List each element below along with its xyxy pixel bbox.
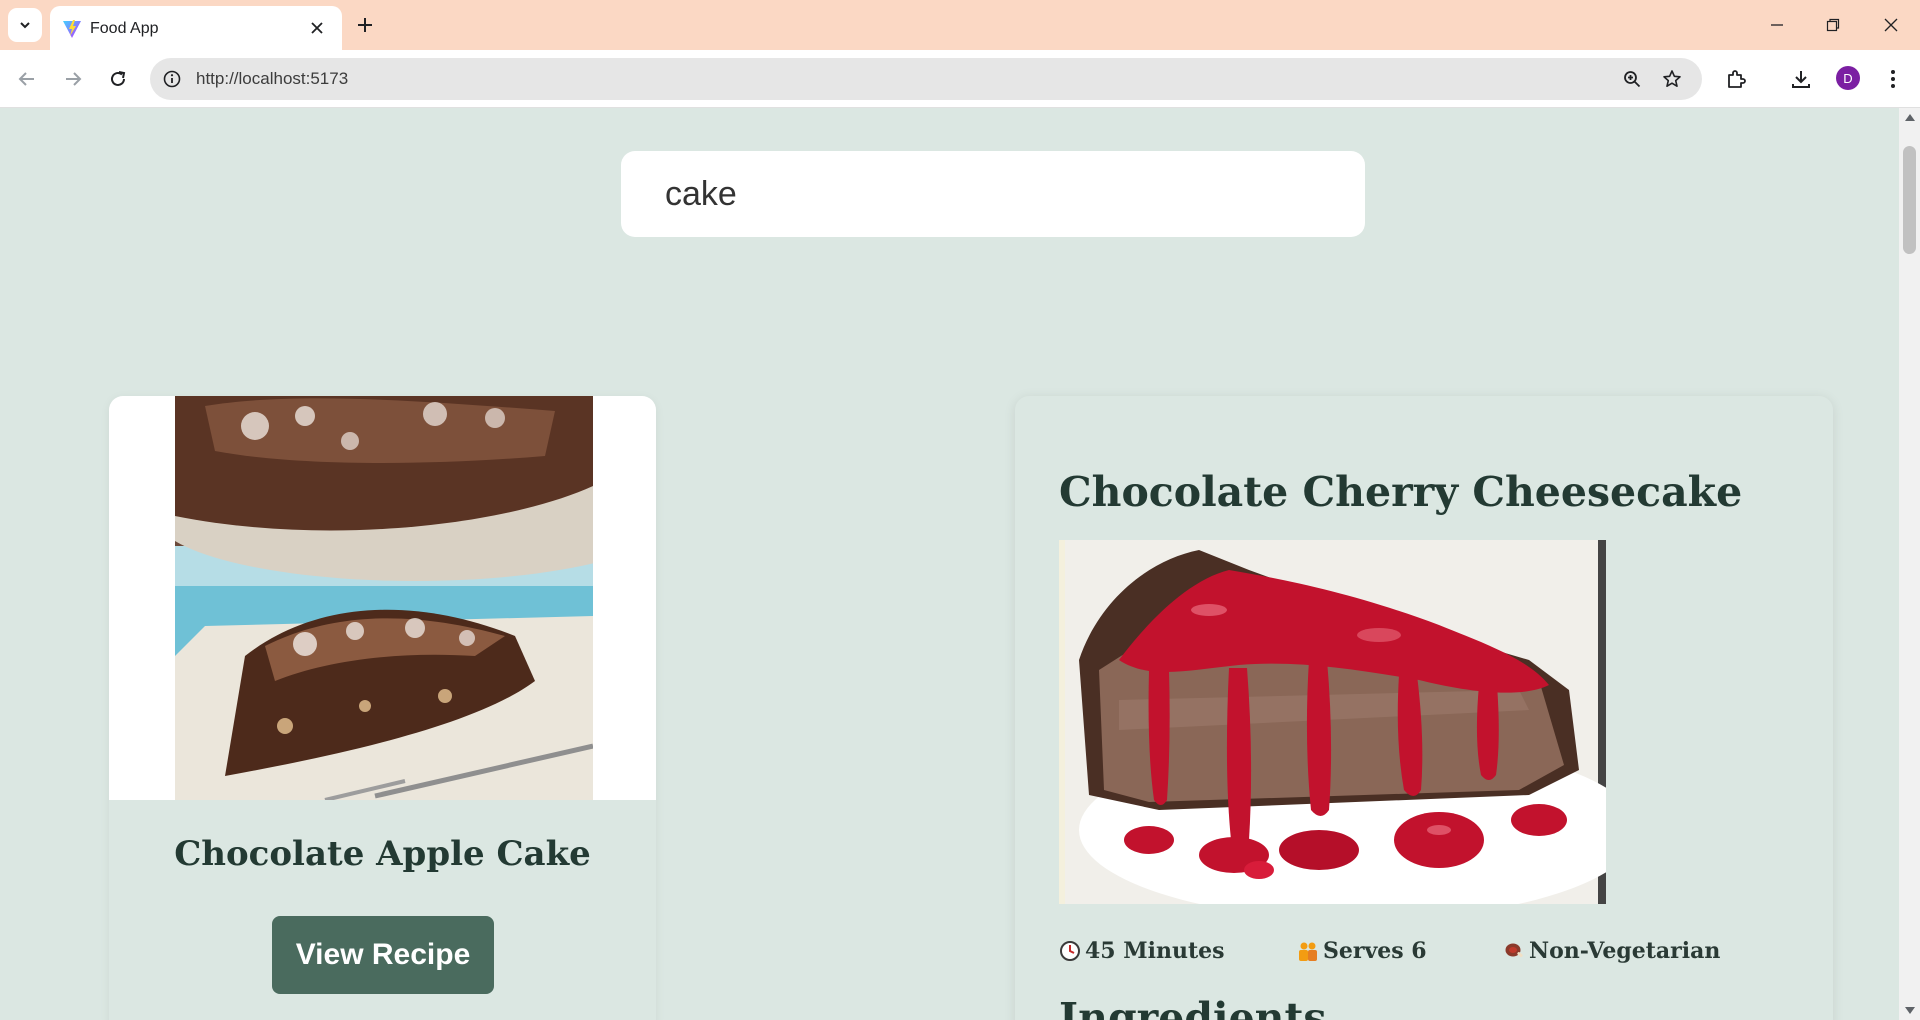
people-icon (1297, 940, 1319, 962)
ingredients-heading: Ingredients (1059, 994, 1327, 1020)
browser-toolbar: http://localhost:5173 (0, 50, 1920, 108)
chrome-menu-button[interactable] (1878, 64, 1908, 94)
plus-icon (358, 18, 372, 32)
browser-tab[interactable]: Food App (50, 6, 342, 50)
tab-search-button[interactable] (8, 8, 42, 42)
meat-icon (1503, 940, 1525, 962)
scrollbar-thumb[interactable] (1903, 146, 1916, 254)
browser-tab-bar: Food App (0, 0, 1920, 50)
page-content: Chocolate Apple Cake View Recipe Chocola… (0, 108, 1899, 1020)
zoom-icon (1624, 71, 1641, 88)
star-icon (1663, 70, 1681, 87)
close-tab-button[interactable] (306, 17, 328, 39)
servings: Serves 6 (1297, 938, 1427, 964)
recipe-image-container (109, 396, 656, 800)
forward-button[interactable] (58, 64, 88, 94)
reload-icon (111, 71, 126, 86)
arrow-right-icon (66, 72, 82, 86)
new-tab-button[interactable] (352, 12, 378, 38)
chevron-down-icon (20, 22, 30, 29)
info-icon (163, 70, 181, 88)
search-input[interactable] (621, 151, 1365, 237)
url-text[interactable]: http://localhost:5173 (196, 69, 348, 89)
back-button[interactable] (12, 64, 42, 94)
diet-type: Non-Vegetarian (1503, 938, 1720, 964)
close-icon (1884, 18, 1898, 32)
cook-time: 45 Minutes (1059, 938, 1225, 964)
bookmark-button[interactable] (1660, 67, 1684, 91)
downloads-button[interactable] (1786, 64, 1816, 94)
vite-logo-icon (63, 20, 81, 38)
arrow-left-icon (18, 72, 34, 86)
recipe-card: Chocolate Apple Cake View Recipe (109, 396, 656, 1020)
site-info-button[interactable] (160, 67, 184, 91)
close-icon (311, 22, 323, 34)
reload-button[interactable] (103, 64, 133, 94)
recipe-detail-title: Chocolate Cherry Cheesecake (1059, 468, 1743, 516)
address-bar[interactable]: http://localhost:5173 (150, 58, 1702, 100)
minimize-icon (1771, 24, 1783, 26)
scroll-down-arrow-icon[interactable] (1905, 1007, 1915, 1014)
profile-avatar[interactable]: D (1836, 66, 1860, 90)
restore-button[interactable] (1818, 10, 1848, 40)
view-recipe-button[interactable]: View Recipe (272, 916, 494, 994)
puzzle-icon (1728, 70, 1746, 88)
diet-type-text: Non-Vegetarian (1529, 938, 1721, 964)
servings-text: Serves 6 (1323, 938, 1427, 964)
recipe-detail-image-container (1059, 540, 1639, 920)
page-scrollbar[interactable] (1899, 108, 1920, 1020)
cook-time-text: 45 Minutes (1085, 938, 1225, 964)
kebab-menu-icon (1891, 70, 1895, 88)
extensions-button[interactable] (1721, 64, 1751, 94)
restore-icon (1826, 18, 1840, 32)
close-window-button[interactable] (1876, 10, 1906, 40)
tab-title: Food App (90, 20, 159, 37)
clock-icon (1059, 940, 1081, 962)
scroll-up-arrow-icon[interactable] (1905, 114, 1915, 121)
minimize-button[interactable] (1762, 10, 1792, 40)
zoom-button[interactable] (1620, 67, 1644, 91)
recipe-title: Chocolate Apple Cake (174, 834, 591, 874)
download-icon (1792, 71, 1810, 88)
recipe-detail-image (1059, 540, 1639, 920)
recipe-image (175, 396, 593, 800)
recipe-detail-card: Chocolate Cherry Cheesecake 45 Minutes S… (1015, 396, 1833, 1020)
